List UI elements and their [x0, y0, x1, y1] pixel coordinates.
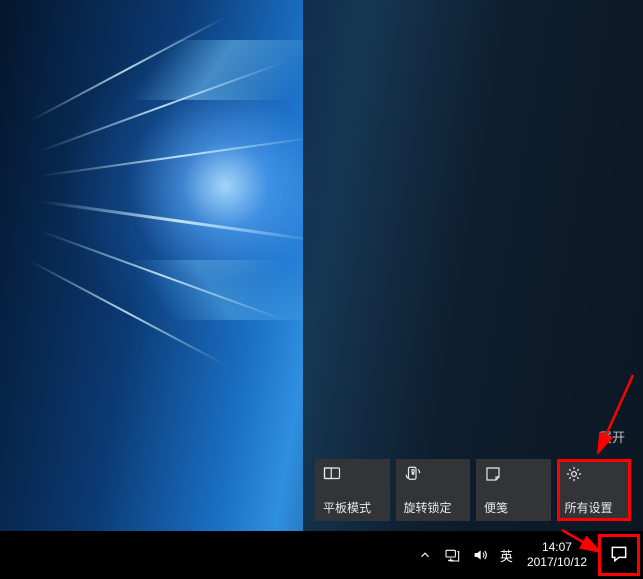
tray-overflow-chevron[interactable] [412, 531, 438, 579]
taskbar-clock[interactable]: 14:07 2017/10/12 [519, 531, 595, 579]
quick-action-tablet-mode[interactable]: 平板模式 [315, 459, 390, 521]
tray-volume[interactable] [466, 531, 494, 579]
notification-icon [609, 544, 629, 567]
quick-action-label: 所有设置 [565, 501, 624, 515]
tray-ime-indicator[interactable]: 英 [494, 531, 519, 579]
chevron-up-icon [418, 548, 432, 562]
action-center-button[interactable] [595, 531, 643, 579]
quick-action-all-settings[interactable]: 所有设置 [557, 459, 632, 521]
sticky-notes-icon [484, 465, 502, 483]
expand-link[interactable]: 展开 [599, 427, 625, 446]
clock-date: 2017/10/12 [527, 555, 587, 570]
quick-action-label: 便笺 [484, 501, 543, 515]
system-tray: 英 14:07 2017/10/12 [412, 531, 643, 579]
quick-action-label: 旋转锁定 [404, 501, 463, 515]
quick-action-rotation-lock[interactable]: 旋转锁定 [396, 459, 471, 521]
network-icon [444, 547, 460, 563]
rotation-lock-icon [404, 465, 422, 483]
taskbar: 英 14:07 2017/10/12 [0, 531, 643, 579]
clock-time: 14:07 [542, 540, 572, 555]
quick-actions-row: 平板模式 旋转锁定 便笺 [315, 459, 631, 521]
tablet-icon [323, 465, 341, 483]
action-center-panel: 展开 平板模式 旋转锁定 [303, 0, 643, 531]
quick-action-sticky-notes[interactable]: 便笺 [476, 459, 551, 521]
settings-gear-icon [565, 465, 583, 483]
tray-network[interactable] [438, 531, 466, 579]
volume-icon [472, 547, 488, 563]
quick-action-label: 平板模式 [323, 501, 382, 515]
